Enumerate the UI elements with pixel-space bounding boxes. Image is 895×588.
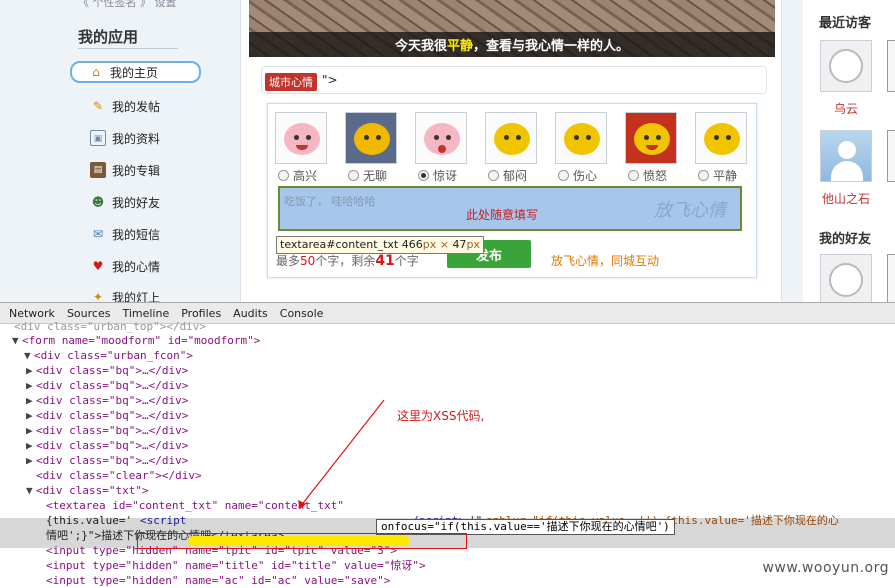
sidebar-item-messages[interactable]: ✉ 我的短信	[90, 223, 160, 245]
slogan-text: 放飞心情，同城互动	[551, 254, 660, 268]
profile-card-icon: ▣	[90, 130, 106, 146]
mood-radio-depressed[interactable]: 郁闷	[488, 167, 527, 184]
mood-face-surprised-icon[interactable]	[415, 112, 467, 164]
limit-prefix: 最多	[276, 254, 301, 268]
recent-visitors-title: 最近访客	[819, 16, 872, 31]
mood-face-sad-icon[interactable]	[555, 112, 607, 164]
sidebar-item-mood[interactable]: ♥ 我的心情	[90, 255, 160, 277]
avatar[interactable]	[820, 40, 872, 92]
devtools-panel: Network Sources Timeline Profiles Audits…	[0, 302, 895, 587]
annotation-arrow-icon	[298, 399, 385, 509]
tooltip-times: ×	[439, 238, 449, 251]
limit-suffix: 个字	[394, 254, 419, 268]
sidebar-item-label: 我的资料	[112, 131, 161, 146]
sidebar-item-album[interactable]: ▤ 我的专辑	[90, 159, 160, 181]
textarea-note: 此处随意填写	[466, 208, 539, 222]
mood-textarea[interactable]: 吃饭了， 哇哈哈哈 此处随意填写 放飞心情	[278, 186, 742, 231]
sidebar-item-lamp[interactable]: ✦ 我的灯上	[90, 286, 160, 302]
tooltip-unit: px	[422, 238, 437, 251]
mood-label: 高兴	[293, 169, 318, 183]
city-mood-bar: 城市心情 ">	[261, 66, 767, 94]
sidebar-item-profile[interactable]: ▣ 我的资料	[90, 127, 160, 149]
mood-label: 惊讶	[433, 169, 458, 183]
avatar[interactable]	[820, 130, 872, 182]
textarea-placeholder: 吃饭了， 哇哈哈哈	[284, 195, 376, 208]
banner-text: 今天我很	[394, 39, 447, 54]
edge-card	[887, 254, 895, 302]
sidebar-title: 我的应用	[78, 28, 139, 46]
limit-mid: 个字，剩余	[315, 254, 376, 268]
mood-face-depressed-icon[interactable]	[485, 112, 537, 164]
mood-radio-surprised[interactable]: 惊讶	[418, 167, 457, 184]
mood-radio-calm[interactable]: 平静	[698, 167, 737, 184]
sidebar-item-home[interactable]: ⌂ 我的主页	[70, 61, 201, 83]
tooltip-selector: textarea#content_txt	[280, 238, 399, 251]
limit-remaining: 41	[375, 253, 395, 269]
mood-label: 郁闷	[503, 169, 528, 183]
mood-label: 平静	[713, 169, 738, 183]
sidebar-item-label: 我的短信	[112, 227, 161, 242]
sidebar-item-friends[interactable]: ☻ 我的好友	[90, 191, 160, 213]
qr-code-icon	[887, 40, 895, 92]
sidebar: 《 个性签名 》 设置 我的应用 ⌂ 我的主页 ✎ 我的发帖 ▣ 我的资料 ▤ …	[60, 0, 220, 302]
edge-card	[887, 130, 895, 182]
webpage-viewport: 《 个性签名 》 设置 我的应用 ⌂ 我的主页 ✎ 我的发帖 ▣ 我的资料 ▤ …	[0, 0, 895, 302]
envelope-icon: ✉	[92, 227, 104, 241]
signature-link[interactable]: 《 个性签名 》 设置	[78, 0, 177, 10]
mood-radio-angry[interactable]: 愤怒	[628, 167, 667, 184]
mood-label: 愤怒	[643, 169, 668, 183]
sidebar-item-label: 我的心情	[112, 259, 161, 274]
mood-radio-bored[interactable]: 无聊	[348, 167, 387, 184]
mood-face-bored-icon[interactable]	[345, 112, 397, 164]
mood-label: 无聊	[363, 169, 388, 183]
avatar[interactable]	[820, 254, 872, 302]
mood-face-happy-icon[interactable]	[275, 112, 327, 164]
tooltip-height: 47	[452, 238, 467, 251]
home-icon: ⌂	[92, 65, 100, 79]
inspector-tooltip: textarea#content_txt 466px × 47px	[276, 236, 484, 254]
mood-face-angry-icon[interactable]	[625, 112, 677, 164]
heart-icon: ♥	[92, 259, 104, 273]
pencil-icon: ✎	[92, 99, 104, 113]
right-column: 最近访客 乌云 他山之石 我的好友	[803, 0, 895, 302]
limit-max: 50	[300, 254, 316, 268]
char-limit-text: 最多50个字，剩余41个字	[276, 252, 419, 269]
banner-text-suffix: ，查看与我心情一样的人。	[473, 39, 630, 54]
mood-face-calm-icon[interactable]	[695, 112, 747, 164]
sidebar-divider	[78, 48, 178, 49]
sidebar-item-label: 我的主页	[110, 65, 159, 80]
banner-highlight: 平静	[446, 39, 473, 54]
lamp-icon: ✦	[92, 290, 104, 302]
mood-radio-happy[interactable]: 高兴	[278, 167, 317, 184]
banner-caption[interactable]: 今天我很 平静 ，查看与我心情一样的人。	[249, 32, 775, 57]
sidebar-item-label: 我的灯上	[112, 290, 161, 303]
visitor-name[interactable]: 乌云	[834, 100, 858, 117]
main-content: 今天我很 平静 ，查看与我心情一样的人。 城市心情 "> 高兴 无聊 惊讶 郁闷…	[240, 0, 782, 302]
visitor-name[interactable]: 他山之石	[822, 190, 870, 207]
friends-title: 我的好友	[819, 232, 872, 247]
album-icon: ▤	[90, 162, 106, 178]
sidebar-item-posts[interactable]: ✎ 我的发帖	[90, 95, 160, 117]
friends-icon: ☻	[91, 195, 105, 209]
textarea-watermark: 放飞心情	[654, 200, 726, 221]
mood-banner: 今天我很 平静 ，查看与我心情一样的人。	[249, 0, 775, 57]
mood-label: 伤心	[573, 169, 598, 183]
sidebar-item-label: 我的发帖	[112, 99, 161, 114]
tooltip-width: 466	[401, 238, 423, 251]
sidebar-item-label: 我的好友	[112, 195, 161, 210]
injected-text: ">	[322, 73, 338, 87]
site-watermark: www.wooyun.org	[762, 560, 889, 576]
mood-radio-sad[interactable]: 伤心	[558, 167, 597, 184]
tooltip-unit: px	[466, 238, 480, 251]
sidebar-item-label: 我的专辑	[112, 163, 161, 178]
city-mood-tag[interactable]: 城市心情	[265, 73, 317, 91]
